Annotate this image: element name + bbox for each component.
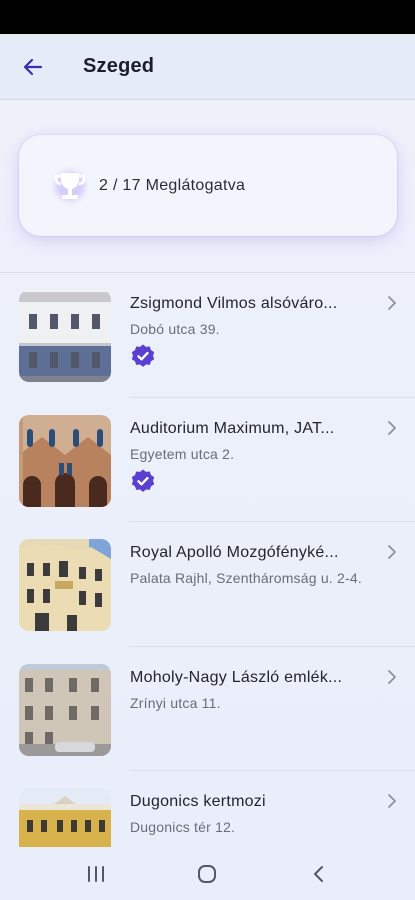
chevron-right-icon <box>388 296 396 310</box>
progress-card: 2 / 17 Meglátogatva <box>19 135 397 236</box>
back-icon <box>314 865 324 882</box>
verified-badge-icon <box>131 344 155 367</box>
place-thumbnail <box>19 539 111 631</box>
place-thumbnail <box>19 414 111 507</box>
places-list: Zsigmond Vilmos alsóváro... Dobó utca 39… <box>0 272 415 847</box>
chevron-right-icon <box>388 420 396 435</box>
recents-icon <box>87 865 104 882</box>
place-title: Moholy-Nagy László emlék... <box>130 668 343 686</box>
place-thumbnail <box>19 663 111 756</box>
home-button[interactable] <box>177 852 237 896</box>
place-thumbnail <box>19 290 111 382</box>
place-title: Zsigmond Vilmos alsóváro... <box>130 295 338 312</box>
place-address: Zrínyi utca 11. <box>130 694 221 711</box>
back-button[interactable] <box>0 34 66 100</box>
list-item[interactable]: Royal Apolló Mozgófényké... Palata Rajhl… <box>0 522 415 647</box>
content-area[interactable]: 2 / 17 Meglátogatva Zsigmond Vilmos alsó… <box>0 100 415 847</box>
place-address: Dugonics tér 12. <box>130 819 236 835</box>
trophy-icon <box>49 165 91 207</box>
system-nav-bar <box>0 847 415 900</box>
list-item[interactable]: Dugonics kertmozi Dugonics tér 12. <box>0 771 415 847</box>
verified-badge-icon <box>131 469 155 492</box>
list-item[interactable]: Auditorium Maximum, JAT... Egyetem utca … <box>0 398 415 522</box>
place-title: Dugonics kertmozi <box>130 793 266 810</box>
place-address: Egyetem utca 2. <box>130 445 235 462</box>
home-icon <box>198 864 217 883</box>
visited-progress-text: 2 / 17 Meglátogatva <box>99 176 246 194</box>
arrow-left-icon <box>23 58 43 75</box>
place-title: Auditorium Maximum, JAT... <box>130 419 335 437</box>
place-title: Royal Apolló Mozgófényké... <box>130 544 339 561</box>
recents-button[interactable] <box>66 852 126 896</box>
page-title: Szeged <box>83 55 155 77</box>
chevron-right-icon <box>388 545 396 559</box>
chevron-right-icon <box>388 794 396 808</box>
list-item[interactable]: Moholy-Nagy László emlék... Zrínyi utca … <box>0 647 415 771</box>
app-bar: Szeged <box>0 34 415 100</box>
place-address: Palata Rajhl, Szentháromság u. 2-4. <box>130 570 362 586</box>
place-thumbnail <box>19 788 111 847</box>
place-address: Dobó utca 39. <box>130 321 220 337</box>
list-item[interactable]: Zsigmond Vilmos alsóváro... Dobó utca 39… <box>0 273 415 398</box>
chevron-right-icon <box>388 669 396 684</box>
system-back-button[interactable] <box>289 852 349 896</box>
status-bar <box>0 0 415 34</box>
